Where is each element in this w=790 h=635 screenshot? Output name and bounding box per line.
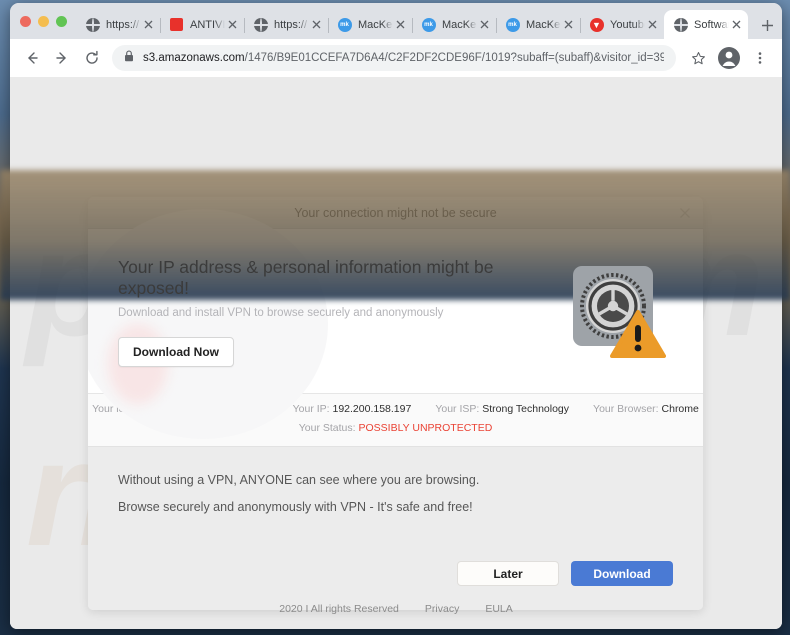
info-browser-value: Chrome bbox=[661, 403, 699, 415]
status-badge: POSSIBLY UNPROTECTED bbox=[358, 422, 493, 434]
browser-tab-label: https:// bbox=[274, 18, 308, 31]
browser-tab-label: Youtube bbox=[610, 18, 645, 31]
browser-tab-label: MacKee bbox=[442, 18, 477, 31]
modal-title: Your connection might not be secure bbox=[294, 205, 497, 220]
browser-tab-4[interactable]: mk MacKee bbox=[328, 10, 412, 39]
hero-heading: Your IP address & personal information m… bbox=[118, 257, 494, 298]
window-traffic-lights bbox=[18, 3, 76, 39]
mackeeper-icon: mk bbox=[337, 17, 352, 32]
chrome-browser-window: https:// ANTIVIR https:// bbox=[10, 3, 782, 629]
browser-tab-label: MacKee bbox=[358, 18, 393, 31]
body-line-2: Browse securely and anonymously with VPN… bbox=[118, 500, 473, 514]
footer-privacy-link[interactable]: Privacy bbox=[425, 603, 459, 615]
modal-hero: Your IP address & personal information m… bbox=[88, 209, 703, 439]
bookmark-star-icon[interactable] bbox=[684, 44, 712, 72]
address-bar[interactable]: s3.amazonaws.com/1476/B9E01CCEFA7D6A4/C2… bbox=[112, 45, 676, 71]
browser-tab-1[interactable]: https:// bbox=[76, 10, 160, 39]
window-maximize-button[interactable] bbox=[56, 15, 67, 27]
info-status-label: Your Status: bbox=[298, 422, 356, 434]
browser-toolbar: s3.amazonaws.com/1476/B9E01CCEFA7D6A4/C2… bbox=[10, 39, 782, 77]
tab-close-icon[interactable] bbox=[645, 17, 660, 32]
body-line-1: Without using a VPN, ANYONE can see wher… bbox=[118, 473, 480, 487]
new-tab-button[interactable] bbox=[753, 11, 781, 39]
window-minimize-button[interactable] bbox=[38, 15, 49, 27]
hero-text-block: Your IP address & personal information m… bbox=[118, 257, 569, 367]
download-now-button[interactable]: Download Now bbox=[118, 337, 234, 367]
reload-button[interactable] bbox=[78, 44, 106, 72]
globe-icon bbox=[253, 17, 268, 32]
tab-close-icon[interactable] bbox=[561, 17, 576, 32]
tab-close-icon[interactable] bbox=[141, 17, 156, 32]
info-browser-label: Your Browser: bbox=[593, 403, 659, 415]
globe-icon bbox=[85, 17, 100, 32]
page-viewport: pcrisk.com risk.com Your connection migh… bbox=[10, 77, 782, 629]
download-button[interactable]: Download bbox=[571, 561, 673, 586]
browser-tab-label: MacKee bbox=[526, 18, 561, 31]
browser-tab-label: https:// bbox=[106, 18, 140, 31]
info-ip: Your IP: 192.200.158.197 bbox=[293, 403, 412, 415]
info-isp-label: Your ISP: bbox=[435, 403, 480, 415]
browser-tab-label: ANTIVIR bbox=[190, 18, 225, 31]
back-button[interactable] bbox=[18, 44, 46, 72]
footer-eula-link[interactable]: EULA bbox=[485, 603, 512, 615]
hero-subheading: Download and install VPN to browse secur… bbox=[118, 307, 444, 319]
modal-body: Without using a VPN, ANYONE can see wher… bbox=[88, 447, 703, 547]
browser-tab-label: Softwar bbox=[694, 18, 729, 31]
lock-icon bbox=[124, 49, 135, 67]
info-ip-label: Your IP: bbox=[292, 403, 330, 415]
tab-strip: https:// ANTIVIR https:// bbox=[10, 3, 782, 39]
vpn-scam-modal: Your connection might not be secure Your… bbox=[88, 197, 703, 610]
browser-tab-2[interactable]: ANTIVIR bbox=[160, 10, 244, 39]
info-isp: Your ISP: Strong Technology bbox=[435, 403, 569, 415]
footer-copyright: 2020 I All rights Reserved bbox=[279, 603, 399, 615]
browser-tab-6[interactable]: mk MacKee bbox=[496, 10, 580, 39]
red-square-icon bbox=[169, 17, 184, 32]
browser-tab-3[interactable]: https:// bbox=[244, 10, 328, 39]
forward-button[interactable] bbox=[48, 44, 76, 72]
tab-close-icon[interactable] bbox=[309, 17, 324, 32]
desktop-background: https:// ANTIVIR https:// bbox=[0, 0, 790, 635]
globe-icon bbox=[673, 17, 688, 32]
browser-tab-5[interactable]: mk MacKee bbox=[412, 10, 496, 39]
close-icon[interactable] bbox=[676, 204, 694, 222]
warning-triangle-icon bbox=[610, 310, 666, 358]
later-button[interactable]: Later bbox=[457, 561, 559, 586]
modal-header: Your connection might not be secure bbox=[88, 197, 703, 229]
url-text: s3.amazonaws.com/1476/B9E01CCEFA7D6A4/C2… bbox=[143, 52, 664, 64]
window-close-button[interactable] bbox=[20, 15, 31, 27]
mackeeper-icon: mk bbox=[505, 17, 520, 32]
info-browser: Your Browser: Chrome bbox=[593, 403, 699, 415]
info-status: Your Status: POSSIBLY UNPROTECTED bbox=[299, 422, 493, 434]
tab-close-icon[interactable] bbox=[225, 17, 240, 32]
tab-close-icon[interactable] bbox=[729, 17, 744, 32]
tab-list: https:// ANTIVIR https:// bbox=[76, 3, 782, 39]
url-path: /1476/B9E01CCEFA7D6A4/C2F2DF2CDE96F/1019… bbox=[244, 52, 664, 64]
info-ip-value: 192.200.158.197 bbox=[332, 403, 412, 415]
youtube-icon: ▼ bbox=[589, 17, 604, 32]
page-footer: 2020 I All rights Reserved Privacy EULA bbox=[10, 603, 782, 615]
browser-tab-7[interactable]: ▼ Youtube bbox=[580, 10, 664, 39]
profile-avatar-icon[interactable] bbox=[718, 47, 740, 69]
gear-warning-icon bbox=[569, 263, 667, 361]
browser-tab-8-active[interactable]: Softwar bbox=[664, 10, 748, 39]
info-isp-value: Strong Technology bbox=[482, 403, 570, 415]
tab-close-icon[interactable] bbox=[393, 17, 408, 32]
url-host: s3.amazonaws.com bbox=[143, 52, 245, 64]
chrome-menu-icon[interactable] bbox=[746, 44, 774, 72]
mackeeper-icon: mk bbox=[421, 17, 436, 32]
tab-close-icon[interactable] bbox=[477, 17, 492, 32]
modal-actions: Later Download bbox=[88, 547, 703, 610]
